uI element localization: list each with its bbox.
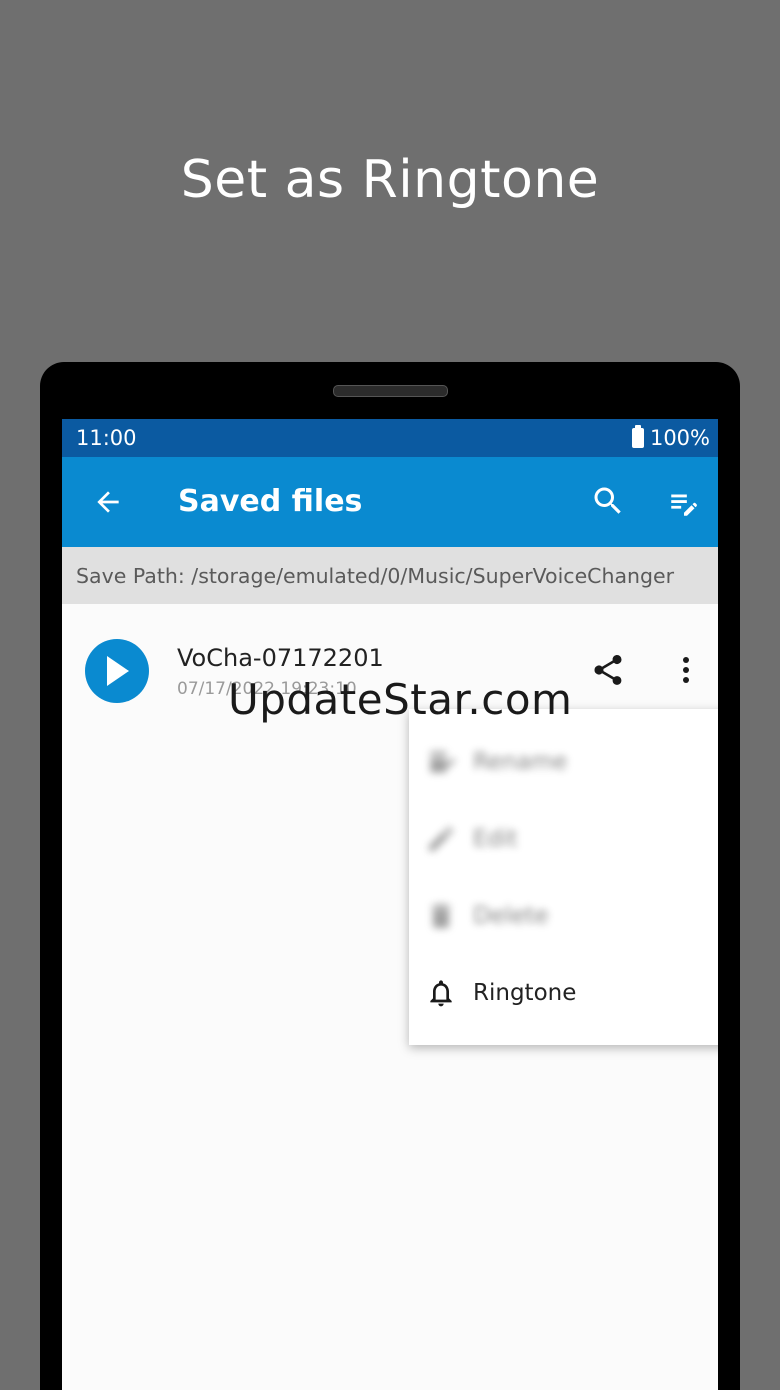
menu-item-edit[interactable]: Edit	[409, 800, 718, 877]
status-bar: 11:00 100%	[62, 419, 718, 457]
play-button[interactable]	[85, 639, 149, 703]
menu-item-label: Edit	[473, 825, 518, 852]
menu-item-ringtone[interactable]: Ringtone	[409, 954, 718, 1031]
save-path-bar: Save Path: /storage/emulated/0/Music/Sup…	[62, 547, 718, 604]
battery-level: 100%	[649, 426, 710, 450]
trash-icon	[431, 903, 451, 928]
back-arrow-icon[interactable]	[92, 486, 124, 518]
headline: Set as Ringtone	[180, 150, 600, 210]
status-time: 11:00	[76, 426, 137, 450]
page: Set as Ringtone 11:00 100% Saved files S…	[0, 0, 780, 1390]
edit-list-icon[interactable]	[665, 486, 703, 520]
file-date: 07/17/2022 19:23:10	[177, 679, 357, 699]
app-bar-title: Saved files	[178, 484, 363, 519]
edit-icon	[429, 826, 454, 851]
menu-item-label: Ringtone	[473, 979, 577, 1006]
app-bar: Saved files	[62, 457, 718, 547]
share-icon[interactable]	[590, 652, 626, 688]
phone-screen: 11:00 100% Saved files Save Path: /stora…	[62, 419, 718, 1390]
rename-icon	[430, 750, 456, 773]
speaker-grille	[333, 385, 448, 397]
file-name: VoCha-07172201	[177, 644, 384, 672]
context-menu: Rename Edit Delete Ringtone	[409, 709, 718, 1045]
battery-icon	[631, 425, 644, 448]
menu-item-label: Rename	[473, 748, 568, 775]
more-vert-icon[interactable]	[674, 654, 698, 686]
menu-item-rename[interactable]: Rename	[409, 723, 718, 800]
menu-item-label: Delete	[473, 902, 549, 929]
bell-icon	[430, 979, 452, 1006]
menu-item-delete[interactable]: Delete	[409, 877, 718, 954]
play-icon	[107, 656, 129, 686]
device-frame: 11:00 100% Saved files Save Path: /stora…	[40, 362, 740, 1390]
status-right: 100%	[631, 425, 710, 450]
search-icon[interactable]	[590, 483, 626, 519]
